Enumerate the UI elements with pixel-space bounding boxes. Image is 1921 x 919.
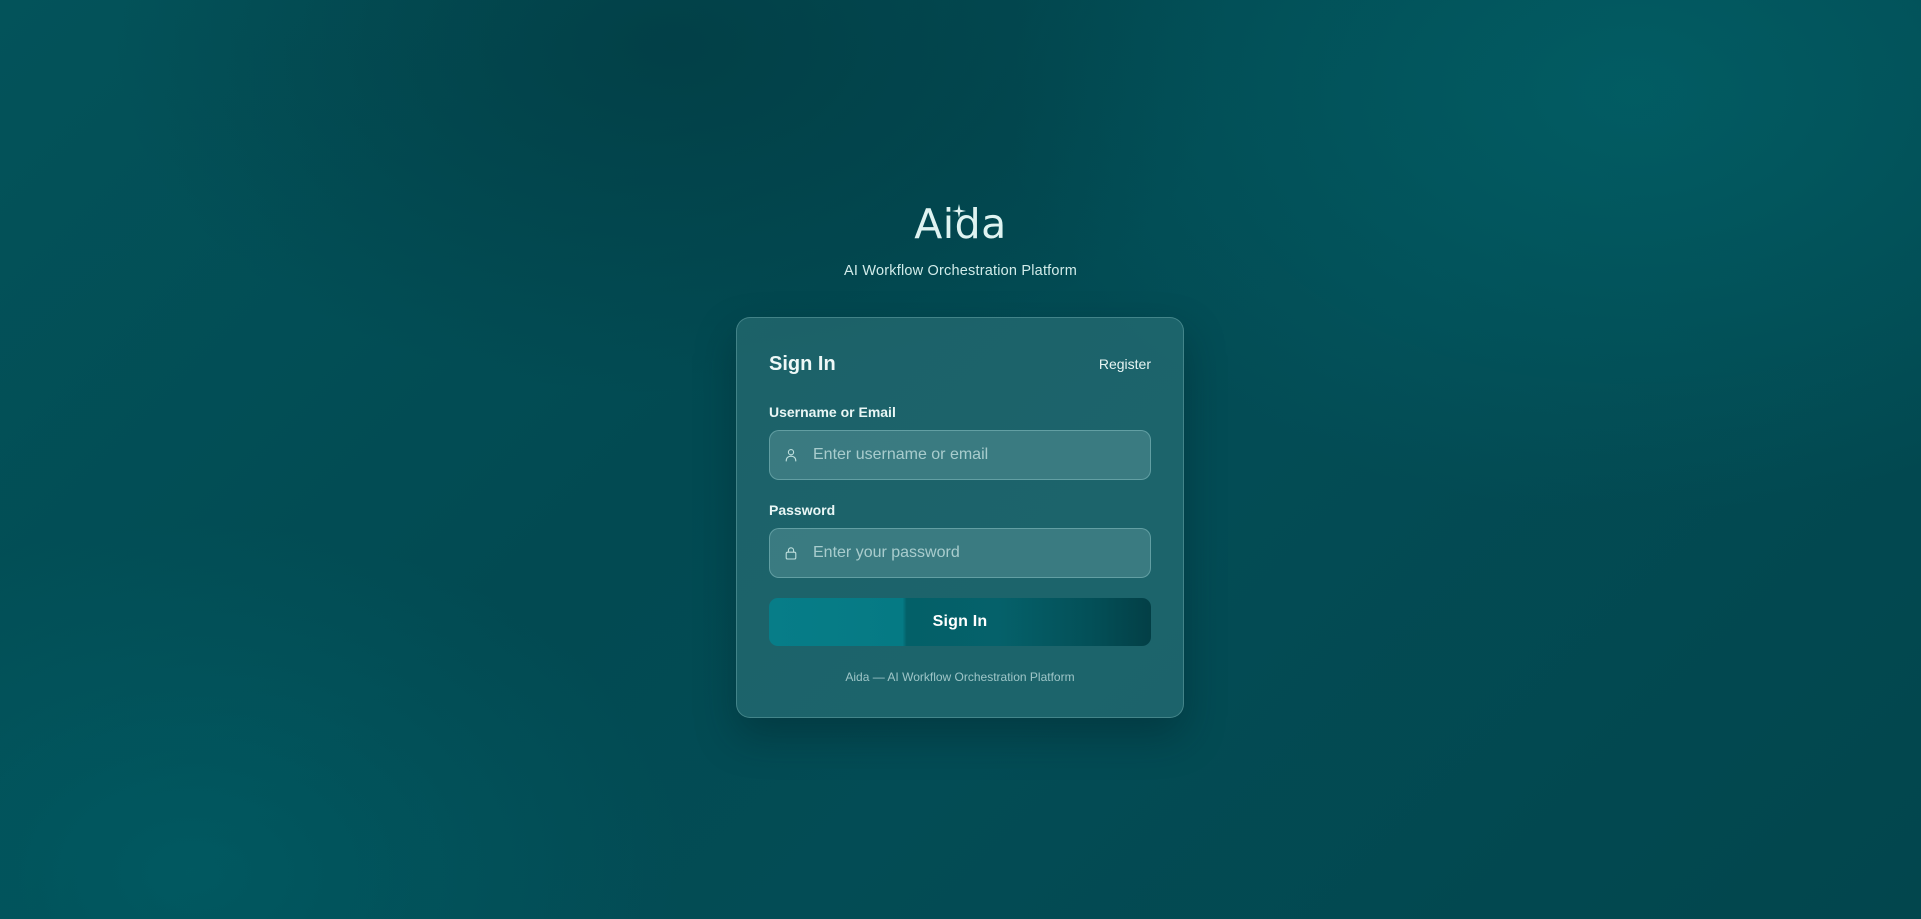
username-input-wrapper[interactable]: [769, 430, 1151, 480]
login-card: Sign In Register Username or Email Passw…: [736, 317, 1184, 718]
lock-icon: [785, 547, 797, 560]
login-page: Aida AI Workflow Orchestration Platform …: [0, 0, 1921, 919]
tagline: AI Workflow Orchestration Platform: [844, 263, 1077, 279]
card-header: Sign In Register: [769, 350, 1151, 378]
brand-header: Aida AI Workflow Orchestration Platform: [0, 200, 1921, 279]
password-input-wrapper[interactable]: [769, 528, 1151, 578]
aida-logo: Aida: [914, 200, 1007, 248]
sign-in-button[interactable]: Sign In: [769, 598, 1151, 646]
password-input[interactable]: [811, 532, 1138, 574]
register-link[interactable]: Register: [1099, 356, 1151, 372]
card-title: Sign In: [769, 352, 836, 375]
user-icon: [785, 449, 797, 462]
sparkle-icon: [952, 204, 967, 218]
username-label: Username or Email: [769, 404, 896, 420]
username-input[interactable]: [811, 434, 1138, 476]
card-footer: Aida — AI Workflow Orchestration Platfor…: [845, 670, 1075, 684]
password-label: Password: [769, 502, 836, 518]
